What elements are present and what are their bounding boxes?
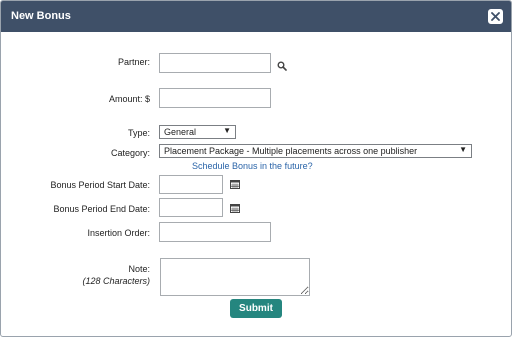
dialog-titlebar: New Bonus: [1, 1, 511, 32]
schedule-bonus-link[interactable]: Schedule Bonus in the future?: [192, 161, 313, 171]
insertion-order-input[interactable]: [159, 222, 271, 242]
amount-label: Amount: $: [108, 94, 150, 104]
dropdown-arrow-icon: ▼: [459, 145, 467, 154]
dropdown-arrow-icon: ▼: [223, 126, 231, 135]
search-icon[interactable]: [277, 61, 287, 71]
category-select[interactable]: Placement Package - Multiple placements …: [159, 144, 472, 158]
end-date-label: Bonus Period End Date:: [53, 204, 150, 214]
partner-label: Partner:: [117, 57, 150, 67]
note-label: Note:: [128, 264, 150, 274]
start-date-label: Bonus Period Start Date:: [50, 180, 150, 190]
note-char-limit: (128 Characters): [82, 276, 150, 286]
new-bonus-dialog: New Bonus Partner: Amount: $ Type: Gener…: [0, 0, 512, 337]
close-button[interactable]: [488, 9, 503, 24]
note-textarea[interactable]: [160, 258, 310, 296]
calendar-icon[interactable]: [230, 179, 240, 189]
close-icon: [491, 12, 500, 21]
insertion-order-label: Insertion Order:: [87, 228, 150, 238]
end-date-input[interactable]: [159, 198, 223, 217]
type-selected-value: General: [164, 127, 197, 137]
start-date-input[interactable]: [159, 175, 223, 194]
type-select[interactable]: General ▼: [159, 125, 236, 139]
category-label: Category:: [110, 148, 150, 158]
type-label: Type:: [127, 128, 150, 138]
category-selected-value: Placement Package - Multiple placements …: [164, 146, 418, 156]
amount-input[interactable]: [159, 88, 271, 108]
partner-input[interactable]: [159, 53, 271, 73]
submit-button[interactable]: Submit: [230, 299, 282, 318]
calendar-icon[interactable]: [230, 203, 240, 213]
dialog-title: New Bonus: [11, 10, 71, 22]
